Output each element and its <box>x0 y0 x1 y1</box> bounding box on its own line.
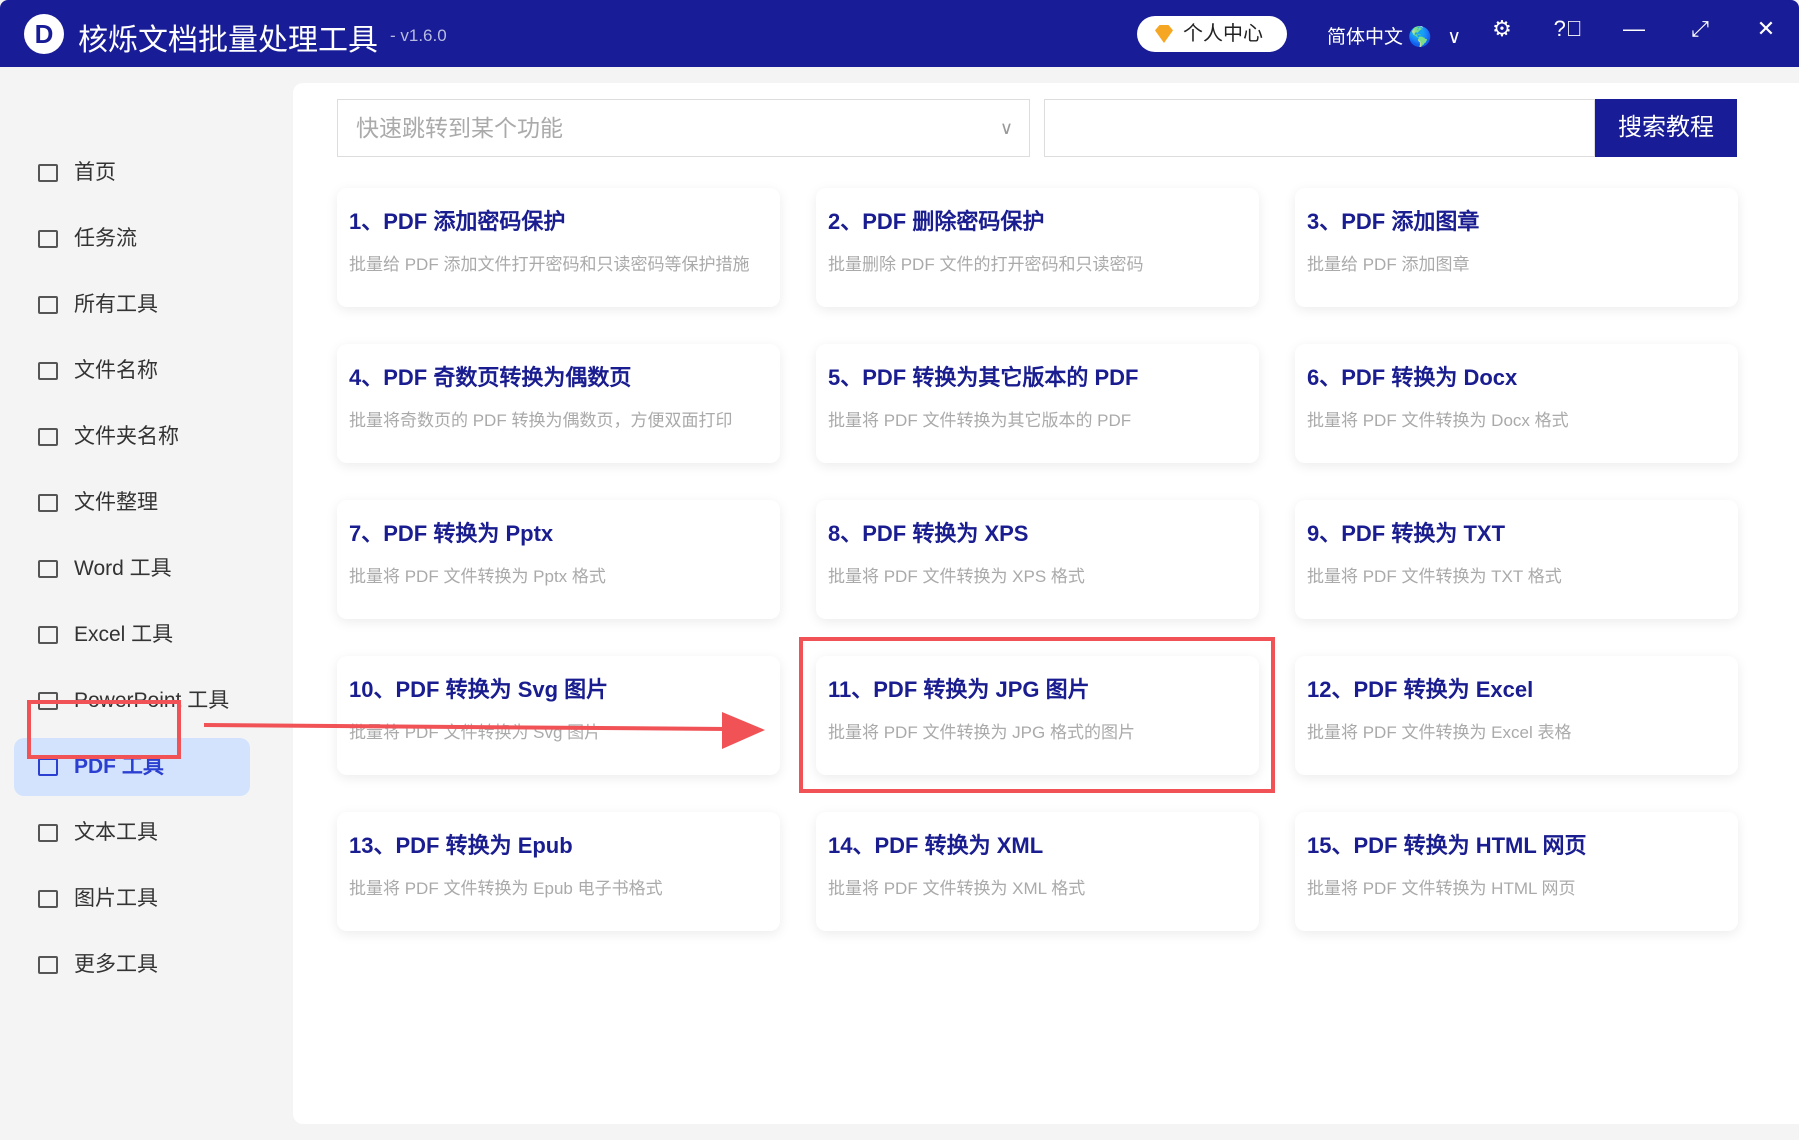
pointer-arrow <box>203 712 765 749</box>
